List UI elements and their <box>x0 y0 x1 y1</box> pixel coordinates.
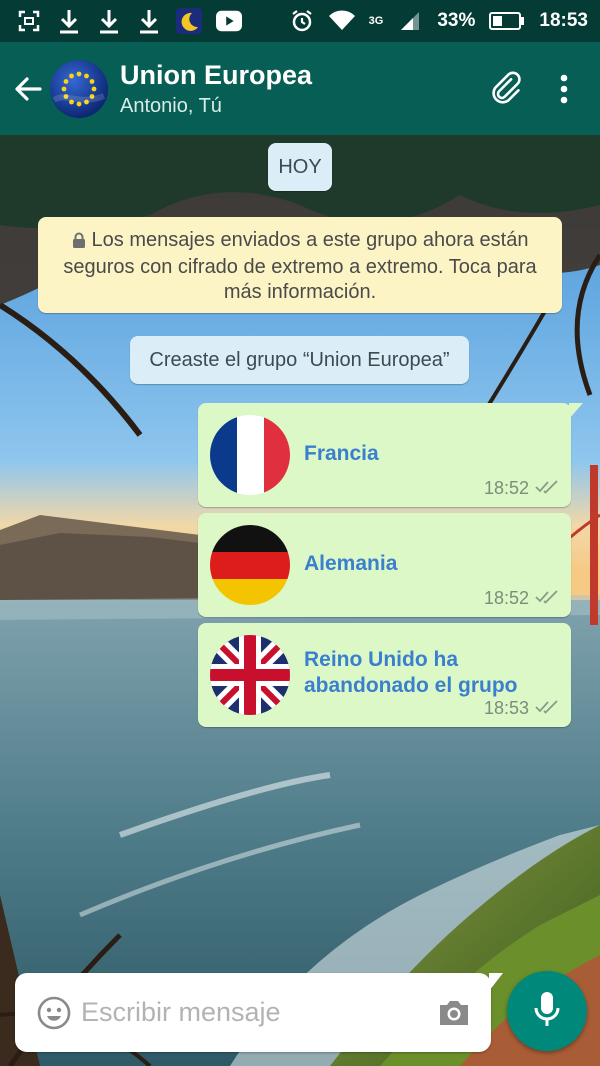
attach-icon[interactable] <box>480 59 536 119</box>
status-left <box>16 8 242 34</box>
back-arrow-icon[interactable] <box>4 59 52 119</box>
message-text: Reino Unido ha abandonado el grupo <box>304 648 518 697</box>
message-text: Francia <box>304 442 379 465</box>
chat-area[interactable]: HOY Los mensajes enviados a este grupo a… <box>0 135 600 1066</box>
status-bar: 3G 33% 18:53 <box>0 0 600 42</box>
emoji-icon[interactable] <box>35 987 73 1039</box>
message-composer <box>15 973 503 1052</box>
message-text: Alemania <box>304 552 398 575</box>
wifi-icon <box>328 8 355 34</box>
signal-icon <box>397 8 423 34</box>
group-created-chip: Creaste el grupo “Union Europea” <box>130 336 469 384</box>
message-time: 18:52 <box>483 588 529 608</box>
double-check-icon <box>535 478 559 499</box>
chat-header: Union Europea Antonio, Tú <box>0 42 600 135</box>
france-flag-icon <box>210 415 290 495</box>
alarm-icon <box>289 8 315 34</box>
battery-percent: 33% <box>437 10 476 31</box>
message-bubble[interactable]: Reino Unido ha abandonado el grupo 18:53 <box>198 623 571 727</box>
header-info[interactable]: Union Europea Antonio, Tú <box>120 59 480 119</box>
mic-button[interactable] <box>507 971 587 1051</box>
network-type: 3G <box>368 15 384 27</box>
encryption-notice-text: Los mensajes enviados a este grupo ahora… <box>63 229 537 303</box>
mic-icon <box>533 990 561 1033</box>
group-avatar[interactable] <box>50 59 108 118</box>
message-input[interactable] <box>81 997 435 1028</box>
encryption-notice[interactable]: Los mensajes enviados a este grupo ahora… <box>38 217 562 313</box>
download-icon <box>56 8 82 34</box>
bubble-tail <box>569 403 583 419</box>
message-bubble[interactable]: Francia 18:52 <box>198 403 583 507</box>
message-meta: 18:52 <box>484 588 559 609</box>
moon-app-icon <box>176 8 202 34</box>
more-vert-icon[interactable] <box>536 59 592 119</box>
youtube-icon <box>216 8 242 34</box>
message-time: 18:53 <box>483 698 529 718</box>
chat-title: Union Europea <box>120 59 313 90</box>
download-icon <box>136 8 162 34</box>
camera-icon[interactable] <box>435 987 473 1039</box>
message-meta: 18:53 <box>484 698 559 719</box>
day-chip-label: HOY <box>278 156 322 178</box>
chat-participants: Antonio, Tú <box>120 94 222 117</box>
double-check-icon <box>535 588 559 609</box>
download-icon <box>96 8 122 34</box>
double-check-icon <box>535 698 559 719</box>
group-created-text: Creaste el grupo “Union Europea” <box>149 349 450 371</box>
clock: 18:53 <box>539 10 588 31</box>
day-chip: HOY <box>268 143 332 191</box>
screenshot-icon <box>16 8 42 34</box>
battery-icon <box>489 8 525 34</box>
composer-tail <box>489 973 503 991</box>
message-bubble[interactable]: Alemania 18:52 <box>198 513 571 617</box>
message-time: 18:52 <box>483 478 529 498</box>
united-kingdom-flag-icon <box>210 635 290 715</box>
lock-icon <box>72 230 86 255</box>
status-right: 3G 33% 18:53 <box>289 8 588 34</box>
message-meta: 18:52 <box>484 478 559 499</box>
germany-flag-icon <box>210 525 290 605</box>
